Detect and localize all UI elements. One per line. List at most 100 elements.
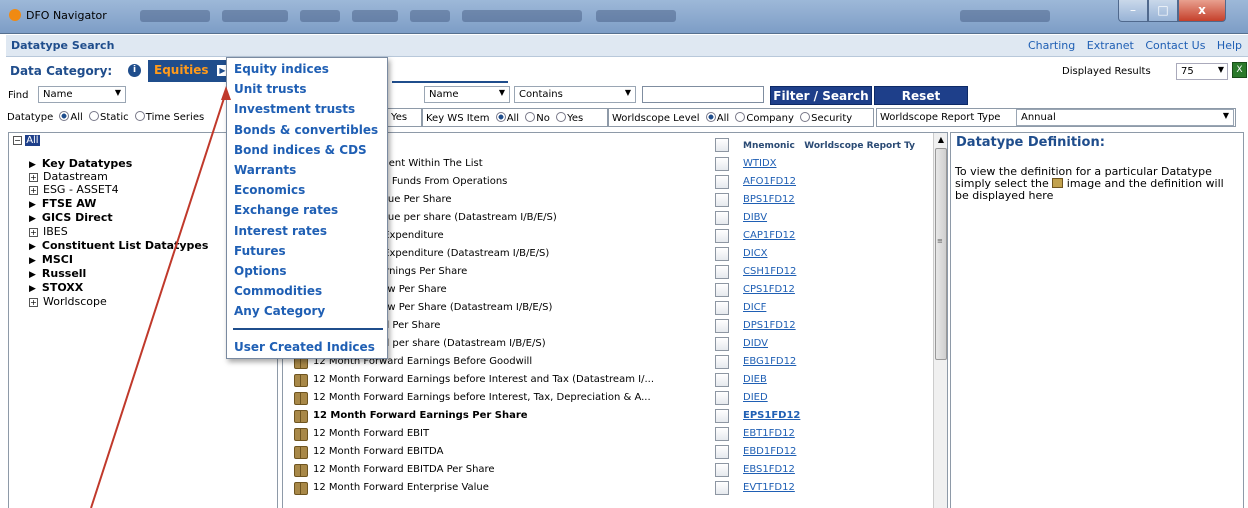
row-checkbox[interactable] [715,481,729,495]
tree-item-key-datatypes[interactable]: ▶ Key Datatypes [29,157,132,170]
table-row[interactable]: 12 Month Forward Earnings before Interes… [283,389,933,407]
menu-item-bonds-convertibles[interactable]: Bonds & convertibles [234,123,378,137]
table-row[interactable]: 12 Month Forward Enterprise Value EVT1FD1… [283,479,933,497]
row-mnemonic-link[interactable]: EBS1FD12 [743,464,795,475]
menu-item-unit-trusts[interactable]: Unit trusts [234,82,307,96]
book-icon[interactable] [294,464,308,477]
tree-item-russell[interactable]: ▶ Russell [29,267,86,280]
book-icon[interactable] [294,482,308,495]
row-mnemonic-link[interactable]: BPS1FD12 [743,194,795,205]
scroll-thumb[interactable] [935,148,947,360]
menu-item-options[interactable]: Options [234,264,287,278]
row-checkbox[interactable] [715,445,729,459]
row-mnemonic-link[interactable]: DIEB [743,374,767,385]
menu-item-investment-trusts[interactable]: Investment trusts [234,102,355,116]
tree-item-ftse-aw[interactable]: ▶ FTSE AW [29,197,96,210]
keyws-all-radio[interactable] [495,112,506,122]
row-mnemonic-link[interactable]: EBT1FD12 [743,428,795,439]
category-select-button[interactable]: Equities ▶ [148,60,232,82]
tree-item-datastream[interactable]: + Datastream [29,170,108,183]
row-mnemonic-link[interactable]: DIBV [743,212,767,223]
row-checkbox[interactable] [715,247,729,261]
tree-item-msci[interactable]: ▶ MSCI [29,253,73,266]
menu-item-economics[interactable]: Economics [234,183,305,197]
info-icon[interactable]: i [128,64,141,77]
row-mnemonic-link[interactable]: AFO1FD12 [743,176,796,187]
results-scrollbar[interactable]: ▲ ≡ [933,133,947,508]
datatype-static-radio[interactable] [89,111,99,121]
row-mnemonic-link[interactable]: DICF [743,302,766,313]
find-field-select[interactable]: Name ▼ [38,86,126,103]
help-link[interactable]: Help [1217,39,1242,52]
report-type-select[interactable]: Annual ▼ [1016,109,1234,126]
tree-item-esg-asset4[interactable]: + ESG - ASSET4 [29,183,119,196]
row-checkbox[interactable] [715,355,729,369]
table-row[interactable]: 12 Month Forward EBITDA Per Share EBS1FD1… [283,461,933,479]
book-icon[interactable] [294,374,308,387]
book-icon[interactable] [294,446,308,459]
table-row[interactable]: 12 Month Forward Earnings before Interes… [283,371,933,389]
row-checkbox[interactable] [715,337,729,351]
datatype-timeseries-radio[interactable] [134,111,145,121]
row-checkbox[interactable] [715,427,729,441]
contact-us-link[interactable]: Contact Us [1145,39,1205,52]
extranet-link[interactable]: Extranet [1087,39,1134,52]
menu-item-user-created-indices[interactable]: User Created Indices [234,340,375,354]
mnemonic-header[interactable]: Mnemonic Worldscope Report Ty [743,141,915,151]
operator-select[interactable]: Contains ▼ [514,86,636,103]
row-mnemonic-link[interactable]: WTIDX [743,158,777,169]
table-row[interactable]: 12 Month Forward Earnings Per Share EPS1F… [283,407,933,425]
name-select[interactable]: Name ▼ [424,86,510,103]
menu-item-interest-rates[interactable]: Interest rates [234,224,327,238]
tree-root[interactable]: − All [13,135,40,146]
menu-item-bond-indices-cds[interactable]: Bond indices & CDS [234,143,367,157]
row-checkbox[interactable] [715,463,729,477]
keyws-yes-radio[interactable] [556,112,567,122]
datatype-all-radio[interactable] [59,111,70,121]
book-icon[interactable] [294,428,308,441]
wslevel-all-radio[interactable] [705,112,716,122]
minimize-button[interactable]: – [1118,0,1148,22]
collapse-icon[interactable]: − [13,136,22,145]
menu-item-commodities[interactable]: Commodities [234,284,322,298]
book-icon[interactable] [294,392,308,405]
row-checkbox[interactable] [715,265,729,279]
table-row[interactable]: 12 Month Forward EBIT EBT1FD12 [283,425,933,443]
row-mnemonic-link[interactable]: CPS1FD12 [743,284,795,295]
row-checkbox[interactable] [715,229,729,243]
row-checkbox[interactable] [715,283,729,297]
row-mnemonic-link[interactable]: EPS1FD12 [743,410,800,421]
excel-export-icon[interactable]: X [1232,62,1247,78]
row-mnemonic-link[interactable]: EVT1FD12 [743,482,795,493]
menu-item-exchange-rates[interactable]: Exchange rates [234,203,338,217]
row-mnemonic-link[interactable]: DICX [743,248,767,259]
tree-item-stoxx[interactable]: ▶ STOXX [29,281,83,294]
menu-item-warrants[interactable]: Warrants [234,163,296,177]
row-checkbox[interactable] [715,409,729,423]
row-mnemonic-link[interactable]: DIDV [743,338,768,349]
row-mnemonic-link[interactable]: EBG1FD12 [743,356,796,367]
tree-item-worldscope[interactable]: + Worldscope [29,295,107,308]
row-checkbox[interactable] [715,175,729,189]
book-icon[interactable] [294,410,308,423]
filter-search-button[interactable]: Filter / Search [770,86,872,105]
tree-item-constituent-list[interactable]: ▶ Constituent List Datatypes [29,239,208,252]
row-checkbox[interactable] [715,319,729,333]
tree-item-gics-direct[interactable]: ▶ GICS Direct [29,211,113,224]
row-checkbox[interactable] [715,373,729,387]
menu-item-any-category[interactable]: Any Category [234,304,325,318]
row-checkbox[interactable] [715,157,729,171]
wslevel-company-radio[interactable] [735,112,746,122]
charting-link[interactable]: Charting [1028,39,1075,52]
select-all-checkbox[interactable] [715,138,729,152]
row-checkbox[interactable] [715,301,729,315]
maximize-button[interactable]: □ [1148,0,1178,22]
row-mnemonic-link[interactable]: CSH1FD12 [743,266,796,277]
row-mnemonic-link[interactable]: EBD1FD12 [743,446,796,457]
keyws-no-radio[interactable] [525,112,536,122]
menu-item-equity-indices[interactable]: Equity indices [234,62,329,76]
row-checkbox[interactable] [715,193,729,207]
row-mnemonic-link[interactable]: CAP1FD12 [743,230,795,241]
displayed-results-select[interactable]: 75 ▼ [1176,63,1228,80]
tree-root-label[interactable]: All [25,135,40,146]
